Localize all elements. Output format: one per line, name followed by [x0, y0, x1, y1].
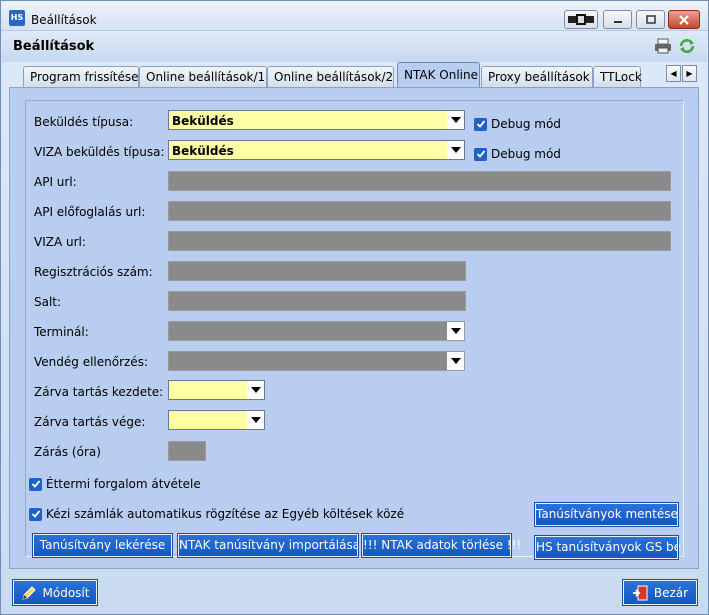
zarva-vege-date[interactable] [168, 410, 265, 430]
api-url-label: API url: [34, 175, 77, 189]
kuldes-tipus-select[interactable]: Beküldés [168, 110, 465, 130]
page-header: Beállítások [2, 32, 707, 62]
terminal-label: Terminál: [34, 325, 89, 339]
tab-online-beallitasok-2[interactable]: Online beállítások/2 [267, 66, 394, 87]
viza-url-label: VIZA url: [34, 235, 86, 249]
checkbox-checked-icon[interactable] [474, 147, 487, 161]
checkbox-checked-icon[interactable] [474, 117, 487, 131]
api-url-input[interactable] [168, 171, 671, 191]
kezi-szamlak-label: Kézi számlák automatikus rögzítése az Eg… [46, 507, 405, 521]
app-icon: HS [9, 10, 25, 26]
viza-kuldes-tipus-label: VIZA beküldés típusa: [34, 145, 165, 159]
debug-mod-label-1: Debug mód [491, 117, 561, 131]
tab-proxy-beallitasok[interactable]: Proxy beállítások [481, 66, 593, 87]
exit-door-icon [632, 585, 648, 600]
debug-mod-checkbox-2[interactable]: Debug mód [474, 147, 561, 161]
refresh-icon[interactable] [678, 38, 696, 54]
debug-mod-checkbox-1[interactable]: Debug mód [474, 117, 561, 131]
zarva-vege-label: Zárva tartás vége: [34, 415, 146, 429]
chevron-down-icon[interactable] [447, 141, 464, 159]
salt-input[interactable] [168, 291, 466, 311]
tab-program-frissitese[interactable]: Program frissítése [23, 66, 139, 87]
api-elofoglalas-url-label: API előfoglalás url: [34, 205, 146, 219]
debug-mod-label-2: Debug mód [491, 147, 561, 161]
close-button[interactable] [668, 10, 700, 29]
modosit-label: Módosít [42, 585, 90, 600]
chevron-down-icon[interactable] [247, 411, 264, 429]
modosit-button[interactable]: Módosít [12, 579, 98, 606]
chevron-down-icon[interactable] [447, 322, 464, 340]
zarva-kezdete-date[interactable] [168, 380, 265, 400]
tab-scroll-right-icon[interactable]: ▶ [682, 65, 697, 82]
kezi-szamlak-checkbox[interactable]: Kézi számlák automatikus rögzítése az Eg… [29, 507, 404, 521]
tab-bar: Program frissítése Online beállítások/1 … [2, 61, 707, 87]
vendeg-ellenorzes-label: Vendég ellenőrzés: [34, 355, 148, 369]
bezar-button[interactable]: Bezár [622, 579, 698, 606]
tanusitvanyok-mentese-button[interactable]: Tanúsítványok mentése [534, 502, 679, 527]
regisztracios-szam-input[interactable] [168, 261, 466, 281]
zaras-ora-label: Zárás (óra) [34, 445, 101, 459]
maximize-button[interactable] [636, 10, 665, 29]
remote-control-icon[interactable] [564, 10, 598, 29]
zarva-kezdete-label: Zárva tartás kezdete: [34, 385, 164, 399]
kuldes-tipus-label: Beküldés típusa: [34, 115, 134, 129]
tab-online-beallitasok-1[interactable]: Online beállítások/1 [139, 66, 267, 87]
chevron-down-icon[interactable] [447, 111, 464, 129]
window-title: Beállítások [31, 13, 97, 27]
viza-url-input[interactable] [168, 231, 671, 251]
settings-window: HS Beállítások Beállítások Program friss… [0, 0, 709, 615]
ntak-tanusitvany-import-button[interactable]: NTAK tanúsítvány importálása [177, 533, 360, 558]
checkbox-checked-icon[interactable] [29, 477, 42, 491]
minimize-button[interactable] [603, 10, 632, 29]
viza-kuldes-tipus-value: Beküldés [172, 144, 234, 158]
ettermi-forgalom-label: Éttermi forgalom átvétele [46, 477, 201, 491]
viza-kuldes-tipus-select[interactable]: Beküldés [168, 140, 465, 160]
ettermi-forgalom-checkbox[interactable]: Éttermi forgalom átvétele [29, 477, 201, 491]
chevron-down-icon[interactable] [447, 352, 464, 370]
ntak-adatok-torlese-button[interactable]: !!! NTAK adatok törlése !!! [361, 533, 521, 558]
salt-label: Salt: [34, 295, 62, 309]
checkbox-checked-icon[interactable] [29, 507, 42, 521]
tab-ntak-online[interactable]: NTAK Online [397, 62, 480, 87]
api-elofoglalas-url-input[interactable] [168, 201, 671, 221]
title-bar[interactable]: HS Beállítások [1, 1, 708, 31]
kuldes-tipus-value: Beküldés [172, 114, 234, 128]
bezar-label: Bezár [653, 585, 689, 600]
regisztracios-szam-label: Regisztrációs szám: [34, 265, 153, 279]
chevron-down-icon[interactable] [247, 381, 264, 399]
page-title: Beállítások [13, 39, 95, 54]
pencil-icon [21, 585, 36, 600]
tab-scroll-left-icon[interactable]: ◀ [666, 65, 681, 82]
printer-icon[interactable] [654, 38, 672, 54]
tanusitvany-lekerese-button[interactable]: Tanúsítvány lekérése [32, 533, 173, 558]
vendeg-ellenorzes-select[interactable] [168, 351, 465, 371]
hs-tanusitvanyok-button[interactable]: HS tanúsítványok GS be [534, 535, 681, 560]
zaras-ora-input[interactable] [168, 441, 206, 461]
terminal-select[interactable] [168, 321, 465, 341]
tab-ttlock[interactable]: TTLock [593, 66, 642, 87]
